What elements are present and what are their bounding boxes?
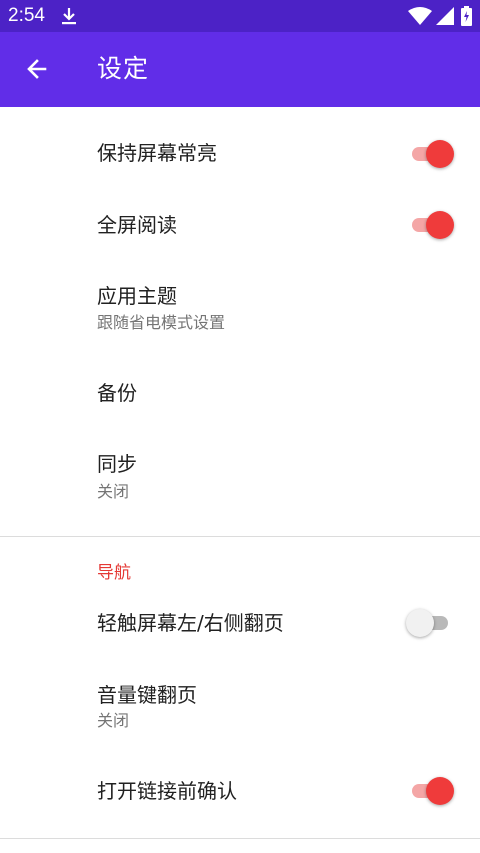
page-title: 设定 <box>97 54 150 83</box>
setting-backup[interactable]: 备份 <box>0 355 480 431</box>
toggle-thumb <box>426 777 454 805</box>
setting-title: 备份 <box>97 381 137 405</box>
wifi-icon <box>408 7 432 29</box>
back-button[interactable] <box>14 46 60 92</box>
setting-volume-key-page-turn[interactable]: 音量键翻页 关闭 <box>0 660 480 760</box>
setting-title: 打开链接前确认 <box>97 779 237 803</box>
section-divider <box>0 536 480 537</box>
setting-title: 全屏阅读 <box>97 213 177 237</box>
setting-app-theme[interactable]: 应用主题 跟随省电模式设置 <box>0 260 480 350</box>
setting-sync[interactable]: 同步 关闭 <box>0 431 480 531</box>
download-icon <box>60 6 78 30</box>
section-divider <box>0 838 480 839</box>
setting-title: 音量键翻页 <box>97 683 197 707</box>
setting-summary: 跟随省电模式设置 <box>97 313 226 332</box>
signal-icon <box>436 7 454 29</box>
setting-title: 轻触屏幕左/右侧翻页 <box>97 611 284 635</box>
toggle-thumb <box>426 140 454 168</box>
status-bar: 2:54 <box>0 0 480 32</box>
fullscreen-reading-toggle[interactable] <box>408 210 456 240</box>
setting-summary: 关闭 <box>97 482 130 501</box>
confirm-open-link-toggle[interactable] <box>408 776 456 806</box>
setting-title: 保持屏幕常亮 <box>97 141 217 165</box>
setting-title: 同步 <box>97 452 137 476</box>
toggle-thumb <box>406 609 434 637</box>
section-header-navigation: 导航 <box>97 563 131 583</box>
keep-screen-on-toggle[interactable] <box>408 139 456 169</box>
tap-side-page-turn-toggle[interactable] <box>406 608 456 638</box>
setting-keep-screen-on[interactable]: 保持屏幕常亮 <box>0 107 480 200</box>
app-bar: 设定 <box>0 32 480 107</box>
setting-title: 应用主题 <box>97 284 177 308</box>
setting-confirm-open-link[interactable]: 打开链接前确认 <box>0 760 480 830</box>
arrow-back-icon <box>27 59 47 79</box>
battery-charging-icon <box>461 6 472 30</box>
setting-tap-side-page-turn[interactable]: 轻触屏幕左/右侧翻页 <box>0 590 480 660</box>
status-time: 2:54 <box>8 5 45 26</box>
setting-summary: 关闭 <box>97 711 130 730</box>
toggle-thumb <box>426 211 454 239</box>
setting-fullscreen-reading[interactable]: 全屏阅读 <box>0 190 480 260</box>
